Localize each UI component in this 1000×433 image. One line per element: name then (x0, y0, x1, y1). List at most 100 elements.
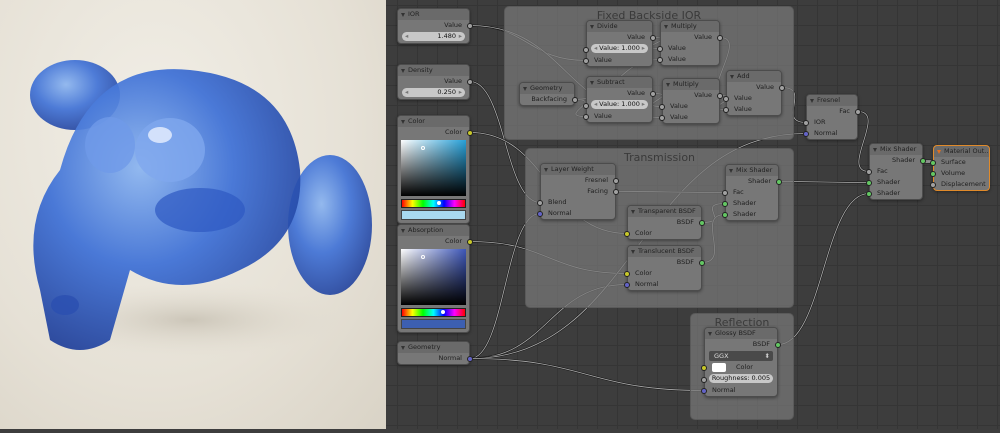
node-header[interactable]: Absorption (398, 225, 469, 236)
value-field[interactable]: Value: 1.000 (591, 44, 648, 53)
node-mix2[interactable]: Mix Shader Shader Fac Shader Shader (866, 143, 926, 200)
hue-cursor[interactable] (436, 201, 441, 205)
shader-socket-in[interactable] (866, 190, 872, 197)
color-socket-out[interactable] (467, 238, 473, 245)
node-header[interactable]: Add (727, 71, 781, 82)
value-field[interactable]: 0.250 (402, 88, 465, 97)
vector-socket-in[interactable] (624, 281, 630, 288)
vector-socket-in[interactable] (537, 210, 543, 217)
node-header[interactable]: Multiply (661, 21, 719, 32)
value-socket-in[interactable] (866, 168, 872, 175)
node-header[interactable]: Fresnel (807, 95, 857, 106)
node-transparent[interactable]: Transparent BSDF BSDF Color (624, 205, 705, 240)
node-header[interactable]: Transparent BSDF (628, 206, 701, 217)
node-header[interactable]: Multiply (663, 79, 719, 90)
node-divide[interactable]: DivideValueValue: 1.000Value (583, 20, 656, 67)
value-socket-out[interactable] (613, 188, 619, 195)
color-socket-in[interactable] (624, 230, 630, 237)
value-socket-in[interactable] (583, 46, 589, 53)
value-socket-out[interactable] (613, 177, 619, 184)
shader-socket-in[interactable] (930, 170, 936, 177)
node-geometry[interactable]: Geometry Normal (397, 341, 473, 365)
node-ior[interactable]: IORValue 1.480 (397, 8, 473, 44)
distribution-dropdown[interactable]: GGX (709, 351, 773, 361)
shader-socket-out[interactable] (776, 178, 782, 185)
node-header[interactable]: Density (398, 65, 469, 76)
value-socket-in[interactable] (537, 199, 543, 206)
shader-socket-out[interactable] (775, 341, 781, 348)
value-socket-in[interactable] (723, 106, 729, 113)
value-socket-out[interactable] (467, 78, 473, 85)
shader-socket-in[interactable] (722, 200, 728, 207)
node-subtract[interactable]: SubtractValueValue: 1.000Value (583, 76, 656, 123)
value-socket-in[interactable] (722, 189, 728, 196)
node-mix1[interactable]: Mix Shader Shader Fac Shader Shader (722, 164, 782, 221)
node-absorption[interactable]: Absorption Color (397, 224, 473, 333)
node-geometry2[interactable]: Geometry Backfacing (519, 82, 578, 106)
node-header[interactable]: Material Out... (934, 146, 989, 157)
hue-slider[interactable] (401, 199, 466, 208)
node-header[interactable]: Mix Shader (870, 144, 922, 155)
color-picker[interactable] (401, 140, 466, 220)
node-density[interactable]: DensityValue 0.250 (397, 64, 473, 100)
color-socket-in[interactable] (701, 364, 707, 371)
value-socket-in[interactable] (659, 103, 665, 110)
value-socket-out[interactable] (650, 34, 656, 41)
color-socket-out[interactable] (467, 129, 473, 136)
node-output[interactable]: Material Out... Surface Volume Displacement (930, 145, 990, 191)
shader-socket-in[interactable] (722, 211, 728, 218)
saturation-value-square[interactable] (401, 249, 466, 305)
node-color[interactable]: Color Color (397, 115, 473, 224)
node-glossy[interactable]: Glossy BSDFBSDF GGX Color Roughness: 0.005 N… (701, 327, 781, 397)
value-socket-in[interactable] (659, 114, 665, 121)
value-socket-out[interactable] (855, 108, 861, 115)
color-swatch[interactable] (401, 319, 466, 329)
node-header[interactable]: IOR (398, 9, 469, 20)
value-socket-out[interactable] (717, 34, 723, 41)
value-field[interactable]: Roughness: 0.005 (709, 374, 773, 383)
node-multiply1[interactable]: Multiply Value Value Value (657, 20, 723, 66)
color-swatch[interactable] (401, 210, 466, 220)
hue-slider[interactable] (401, 308, 466, 317)
node-header[interactable]: Layer Weight (541, 164, 615, 175)
shader-socket-in[interactable] (866, 179, 872, 186)
node-multiply2[interactable]: Multiply Value Value Value (659, 78, 723, 124)
value-socket-out[interactable] (650, 90, 656, 97)
color-swatch[interactable] (712, 362, 726, 372)
node-header[interactable]: Geometry (520, 83, 574, 94)
vector-socket-in[interactable] (701, 387, 707, 394)
node-header[interactable]: Translucent BSDF (628, 246, 701, 257)
node-header[interactable]: Glossy BSDF (705, 328, 777, 339)
node-translucent[interactable]: Translucent BSDF BSDF Color Normal (624, 245, 705, 291)
picker-cursor[interactable] (420, 254, 425, 259)
value-socket-in[interactable] (803, 119, 809, 126)
shader-socket-out[interactable] (699, 219, 705, 226)
color-picker[interactable] (401, 249, 466, 329)
value-socket-out[interactable] (779, 84, 785, 91)
node-header[interactable]: Divide (587, 21, 652, 32)
vector-socket-in[interactable] (803, 130, 809, 137)
shader-socket-out[interactable] (699, 259, 705, 266)
hue-cursor[interactable] (441, 310, 446, 314)
picker-cursor[interactable] (420, 145, 425, 150)
node-header[interactable]: Mix Shader (726, 165, 778, 176)
value-socket-in[interactable] (583, 113, 589, 120)
shader-socket-in[interactable] (930, 159, 936, 166)
node-add[interactable]: Add Value Value Value (723, 70, 785, 116)
node-header[interactable]: Color (398, 116, 469, 127)
value-socket-out[interactable] (467, 22, 473, 29)
node-header[interactable]: Geometry (398, 342, 469, 353)
value-socket-out[interactable] (572, 96, 578, 103)
color-socket-in[interactable] (624, 270, 630, 277)
value-socket-in[interactable] (583, 57, 589, 64)
value-socket-in[interactable] (930, 181, 936, 188)
value-socket-in[interactable] (657, 56, 663, 63)
value-socket-in[interactable] (701, 376, 707, 383)
vector-socket-out[interactable] (467, 355, 473, 362)
value-socket-in[interactable] (723, 95, 729, 102)
value-field[interactable]: Value: 1.000 (591, 100, 648, 109)
value-socket-in[interactable] (657, 45, 663, 52)
saturation-value-square[interactable] (401, 140, 466, 196)
value-socket-in[interactable] (583, 102, 589, 109)
node-layerweight[interactable]: Layer Weight Fresnel Facing Blend Normal (537, 163, 619, 220)
